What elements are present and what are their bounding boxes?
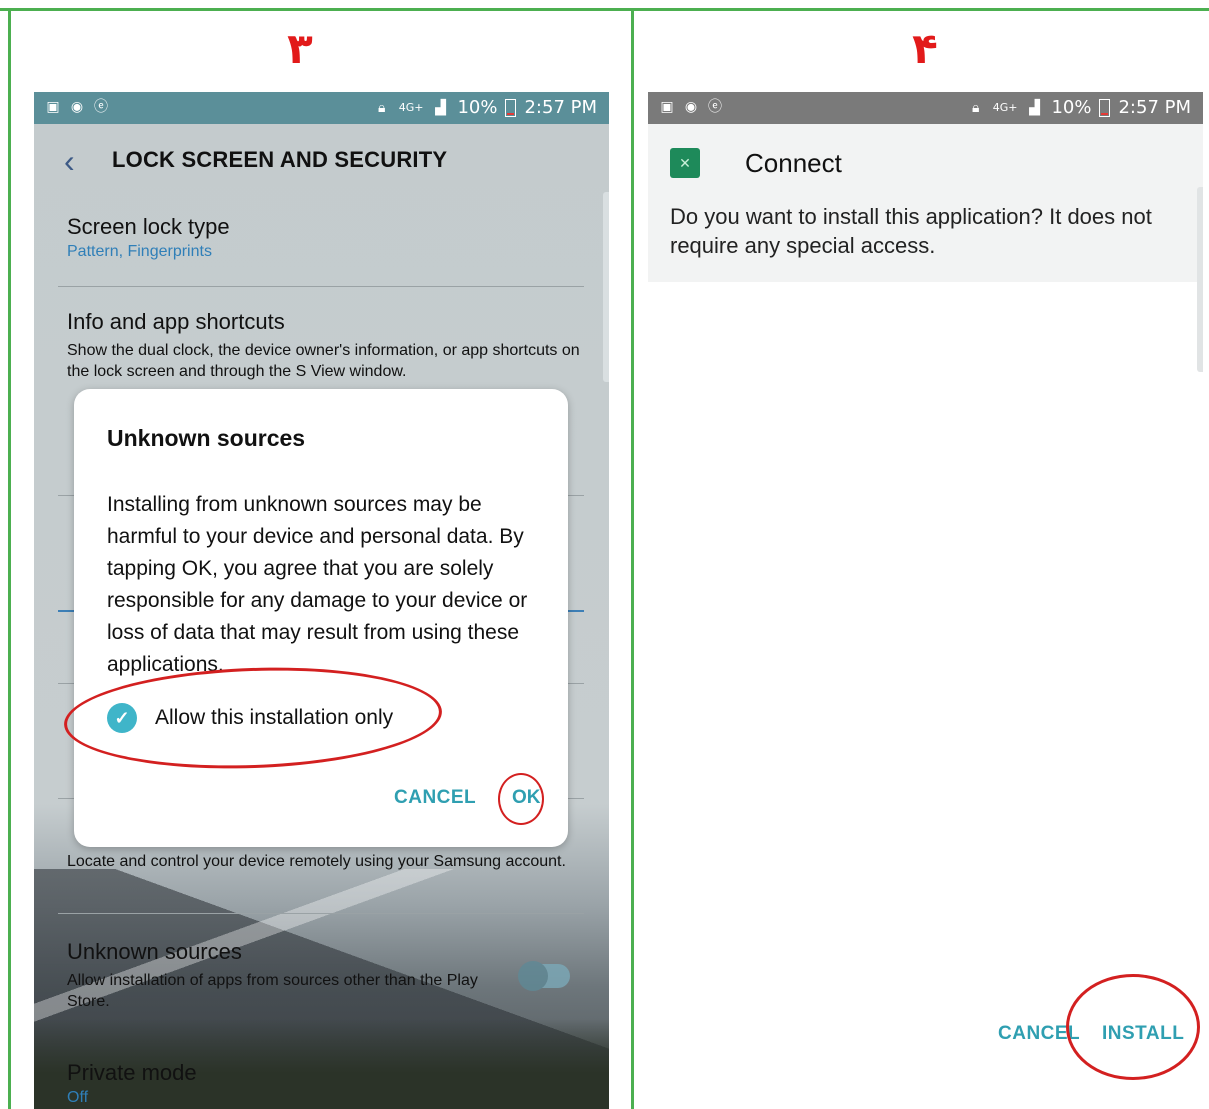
setting-title: Private mode	[67, 1060, 197, 1085]
back-chevron-icon[interactable]: ‹	[64, 144, 75, 178]
frame-top	[0, 8, 1209, 11]
setting-description: Allow installation of apps from sources …	[67, 972, 478, 1010]
left-phone-screen: ▣ ◉ ⓔ 🔒︎ 4G+ ▟ 10% 2:57 PM ‹ LOCK SCREEN…	[34, 92, 609, 1109]
setting-description: Show the dual clock, the device owner's …	[67, 342, 580, 380]
battery-percent: 10%	[1051, 97, 1092, 118]
battery-icon	[1099, 98, 1111, 117]
app-name: Connect	[745, 148, 842, 178]
page-title: LOCK SCREEN AND SECURITY	[112, 147, 448, 172]
right-phone-screen: ▣ ◉ ⓔ 🔒︎ 4G+ ▟ 10% 2:57 PM ✕ Connect Do …	[648, 92, 1203, 1077]
clock: 2:57 PM	[1118, 97, 1191, 118]
setting-find-my-mobile[interactable]: Locate and control your device remotely …	[67, 851, 587, 872]
frame-left	[8, 8, 11, 1109]
setting-subtitle: Off	[67, 1089, 89, 1106]
setting-screen-lock-type[interactable]: Screen lock type Pattern, Fingerprints	[67, 213, 587, 263]
network-label: 4G+	[992, 101, 1018, 114]
unknown-sources-toggle[interactable]	[518, 961, 570, 991]
lock-icon: 🔒︎	[971, 99, 980, 116]
panel-number-left: ۳	[287, 24, 313, 73]
setting-subtitle: Pattern, Fingerprints	[67, 243, 212, 260]
app-icon: ✕	[670, 148, 700, 178]
dialog-title: Unknown sources	[107, 425, 306, 451]
wifi-icon: ◉	[684, 99, 698, 115]
battery-icon	[505, 98, 517, 117]
setting-description: Locate and control your device remotely …	[67, 853, 566, 870]
browser-icon: ⓔ	[94, 99, 108, 115]
signal-icon: ▟	[1029, 99, 1040, 116]
setting-title: Unknown sources	[67, 939, 242, 964]
frame-middle	[631, 8, 634, 1109]
status-bar: ▣ ◉ ⓔ 🔒︎ 4G+ ▟ 10% 2:57 PM	[34, 92, 609, 124]
status-bar: ▣ ◉ ⓔ 🔒︎ 4G+ ▟ 10% 2:57 PM	[648, 92, 1203, 124]
scroll-indicator[interactable]	[1197, 187, 1203, 372]
scroll-indicator[interactable]	[603, 192, 609, 382]
divider	[58, 913, 584, 914]
signal-icon: ▟	[435, 99, 446, 116]
setting-title: Screen lock type	[67, 214, 230, 239]
clock: 2:57 PM	[524, 97, 597, 118]
unknown-sources-dialog: Unknown sources Installing from unknown …	[74, 389, 568, 847]
annotation-circle-ok	[498, 773, 544, 825]
battery-percent: 10%	[457, 97, 498, 118]
dialog-body: Installing from unknown sources may be h…	[107, 493, 528, 676]
network-label: 4G+	[398, 101, 424, 114]
annotation-ellipse-install	[1066, 974, 1200, 1080]
setting-unknown-sources[interactable]: Unknown sources Allow installation of ap…	[67, 938, 587, 1012]
wifi-icon: ◉	[70, 99, 84, 115]
gallery-icon: ▣	[660, 99, 674, 115]
cancel-button[interactable]: CANCEL	[394, 787, 476, 809]
setting-title: Info and app shortcuts	[67, 309, 285, 334]
gallery-icon: ▣	[46, 99, 60, 115]
panel-number-right: ۴	[912, 24, 938, 73]
setting-info-shortcuts[interactable]: Info and app shortcuts Show the dual clo…	[67, 308, 587, 382]
install-question: Do you want to install this application?…	[670, 204, 1152, 258]
browser-icon: ⓔ	[708, 99, 722, 115]
setting-private-mode[interactable]: Private mode Off	[67, 1059, 587, 1109]
lock-icon: 🔒︎	[377, 99, 386, 116]
divider	[58, 286, 584, 287]
